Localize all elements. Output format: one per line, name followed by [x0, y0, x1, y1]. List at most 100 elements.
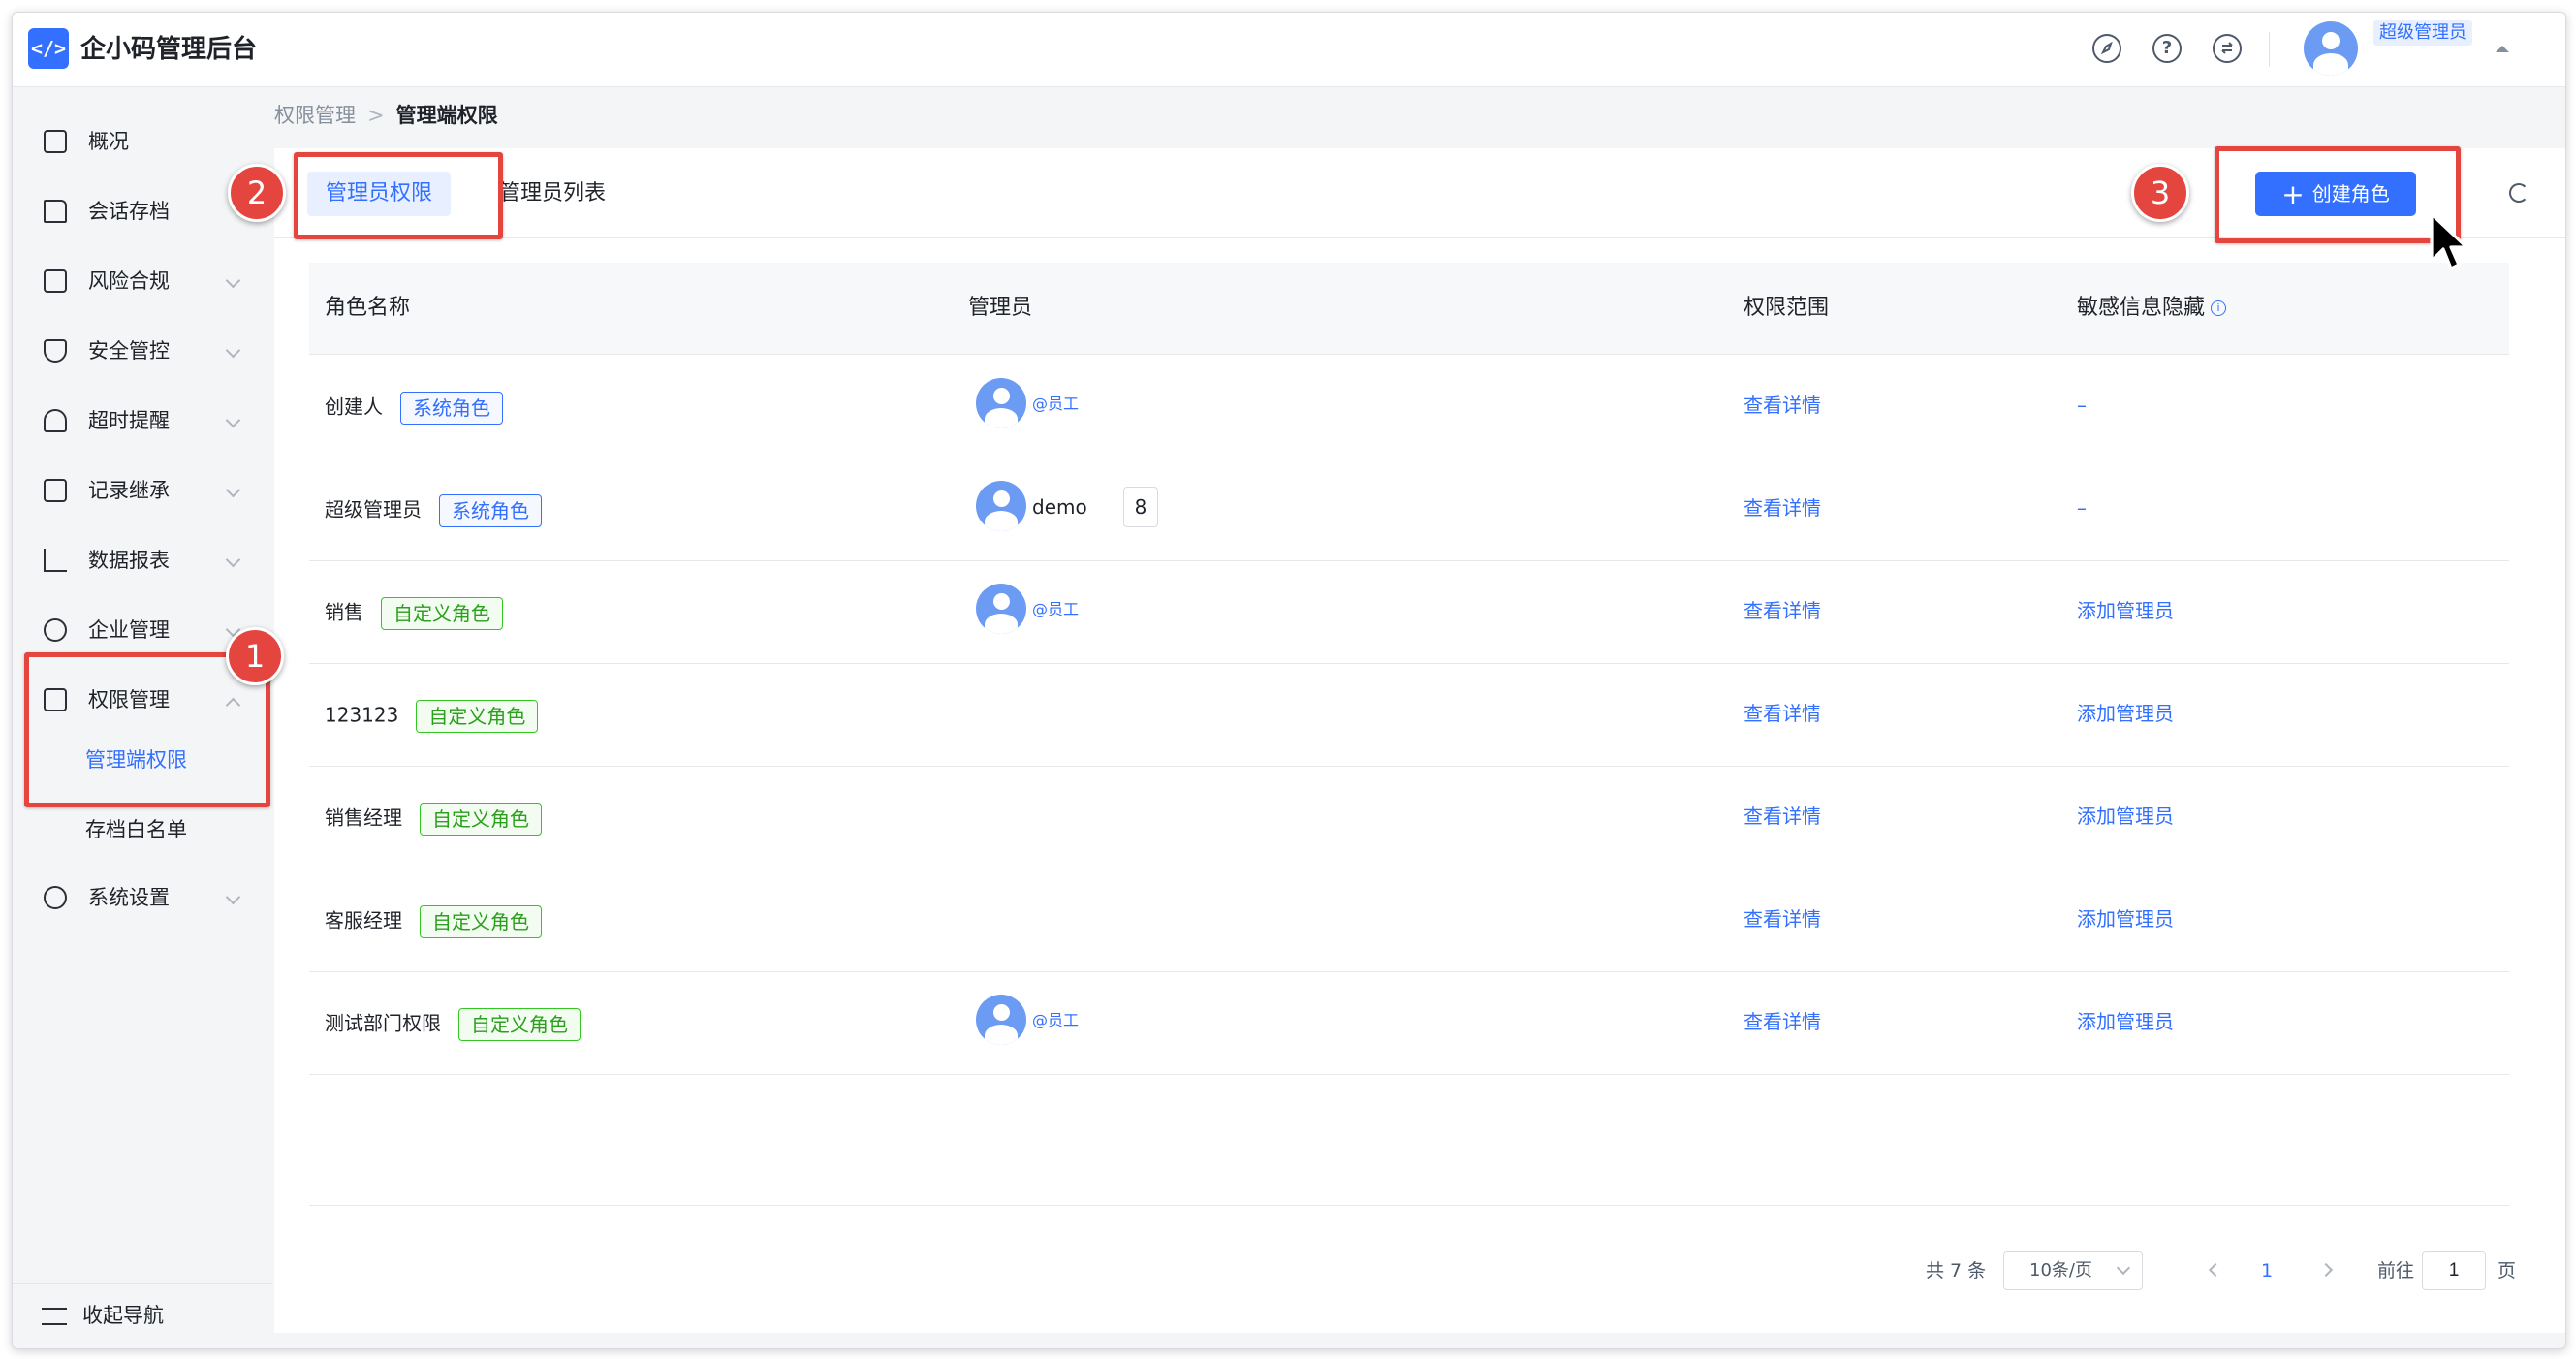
sidebar-item-label: 记录继承 [88, 479, 170, 502]
role-name-cell: 创建人 系统角色 [325, 392, 503, 425]
page-size-select[interactable]: 10条/页 [2003, 1251, 2143, 1290]
app-logo-icon: </> [28, 28, 69, 69]
refresh-icon[interactable] [2509, 183, 2529, 203]
table-row: 创建人 系统角色 @员工 查看详情 – [309, 355, 2509, 458]
sensitive-hide-value: – [2077, 496, 2087, 520]
sidebar-item-system-settings[interactable]: 系统设置 [13, 870, 272, 925]
role-tag: 系统角色 [439, 494, 542, 527]
table-row: 销售 自定义角色 @员工 查看详情 添加管理员 [309, 560, 2509, 664]
chevron-down-icon [225, 412, 241, 428]
avatar [976, 584, 1026, 634]
current-page[interactable]: 1 [2261, 1251, 2273, 1290]
collapse-menu-icon [42, 1308, 67, 1325]
breadcrumb: 权限管理 > 管理端权限 [274, 102, 498, 129]
shield-check-icon [44, 339, 67, 363]
sidebar-item-overview[interactable]: 概况 [13, 114, 272, 169]
view-details-link[interactable]: 查看详情 [1744, 905, 1821, 932]
admin-name: @员工 [1032, 395, 1080, 413]
sidebar-item-security[interactable]: 安全管控 [13, 324, 272, 378]
chevron-down-icon [225, 482, 241, 498]
app-title: 企小码管理后台 [80, 35, 258, 64]
exchange-icon[interactable] [2213, 34, 2242, 63]
step-badge-3: 3 [2131, 164, 2189, 222]
add-admin-link[interactable]: 添加管理员 [2077, 1008, 2174, 1035]
tab-admin-list[interactable]: 管理员列表 [499, 172, 606, 216]
sidebar-item-record-inherit[interactable]: 记录继承 [13, 463, 272, 518]
view-details-link[interactable]: 查看详情 [1744, 700, 1821, 727]
sidebar-subitem-label: 存档白名单 [85, 818, 187, 841]
org-tree-icon [44, 618, 67, 642]
sidebar-subitem-archive-whitelist[interactable]: 存档白名单 [13, 806, 272, 855]
add-admin-link[interactable]: 添加管理员 [2077, 597, 2174, 624]
role-name-cell: 客服经理 自定义角色 [325, 905, 542, 938]
admin-name: @员工 [1032, 1011, 1080, 1029]
column-header-sensitive-hide: 敏感信息隐藏 i [2077, 294, 2227, 323]
view-details-link[interactable]: 查看详情 [1744, 494, 1821, 521]
column-header-scope: 权限范围 [1744, 296, 1830, 320]
page-size-value: 10条/页 [2029, 1260, 2092, 1280]
column-header-role-name: 角色名称 [325, 296, 411, 320]
chart-icon [44, 549, 67, 572]
help-icon[interactable]: ? [2152, 34, 2182, 63]
sidebar-item-label: 会话存档 [88, 200, 170, 223]
admin-name: demo [1032, 495, 1087, 519]
main-panel: 管理员权限 管理员列表 + 创建角色 角色名称 管理员 权限范围 敏感信息隐藏 i … [274, 148, 2565, 1333]
collapse-nav-button[interactable]: 收起导航 [13, 1283, 272, 1343]
avatar [976, 481, 1026, 531]
role-name-cell: 123123 自定义角色 [325, 700, 539, 733]
chevron-down-icon [225, 272, 241, 289]
alert-icon [44, 269, 67, 293]
admin-name: @员工 [1032, 600, 1080, 618]
sidebar-item-label: 数据报表 [88, 549, 170, 572]
view-details-link[interactable]: 查看详情 [1744, 597, 1821, 624]
view-details-link[interactable]: 查看详情 [1744, 803, 1821, 830]
app-window: </> 企小码管理后台 ? 超级管理员 概况 会话存档 风险合规 安全管控 超时… [12, 12, 2566, 1349]
user-menu-caret-icon[interactable] [2496, 46, 2509, 52]
role-tag: 系统角色 [400, 392, 503, 425]
goto-label: 前往 [2377, 1260, 2415, 1281]
add-admin-link[interactable]: 添加管理员 [2077, 700, 2174, 727]
add-admin-link[interactable]: 添加管理员 [2077, 803, 2174, 830]
sidebar-item-label: 安全管控 [88, 339, 170, 363]
add-admin-link[interactable]: 添加管理员 [2077, 905, 2174, 932]
goto-page-input[interactable] [2422, 1251, 2486, 1290]
page-unit-label: 页 [2497, 1260, 2517, 1281]
step-badge-2: 2 [228, 164, 286, 222]
breadcrumb-parent[interactable]: 权限管理 [274, 104, 356, 127]
sidebar-item-timeout-reminder[interactable]: 超时提醒 [13, 394, 272, 448]
pagination-total: 共 7 条 [1926, 1260, 1987, 1281]
bell-icon [44, 409, 67, 432]
next-page-icon[interactable] [2318, 1262, 2334, 1278]
compass-icon[interactable] [2092, 34, 2121, 63]
user-role-badge: 超级管理员 [2373, 20, 2472, 46]
sidebar-item-label: 概况 [88, 130, 129, 153]
role-tag: 自定义角色 [458, 1008, 581, 1041]
column-header-admin: 管理员 [968, 296, 1033, 320]
view-details-link[interactable]: 查看详情 [1744, 1008, 1821, 1035]
chevron-down-icon [225, 342, 241, 359]
table-header: 角色名称 管理员 权限范围 敏感信息隐藏 i [309, 263, 2509, 355]
user-avatar[interactable] [2304, 21, 2358, 76]
highlight-box-create [2215, 146, 2461, 243]
collapse-nav-label: 收起导航 [82, 1304, 164, 1327]
sidebar-item-data-report[interactable]: 数据报表 [13, 533, 272, 587]
admin-count-badge[interactable]: 8 [1123, 487, 1158, 527]
role-name-cell: 超级管理员 系统角色 [325, 494, 542, 527]
sidebar-item-label: 超时提醒 [88, 409, 170, 432]
avatar [976, 995, 1026, 1045]
sidebar-item-label: 系统设置 [88, 886, 170, 909]
top-bar: </> 企小码管理后台 ? 超级管理员 [13, 13, 2565, 87]
folder-icon [44, 200, 67, 223]
header-divider [2269, 32, 2270, 67]
sidebar-item-risk-compliance[interactable]: 风险合规 [13, 254, 272, 308]
view-details-link[interactable]: 查看详情 [1744, 392, 1821, 419]
sensitive-hide-value: – [2077, 394, 2087, 417]
table-bottom-divider [309, 1205, 2509, 1206]
table-row: 测试部门权限 自定义角色 @员工 查看详情 添加管理员 [309, 971, 2509, 1075]
prev-page-icon[interactable] [2208, 1262, 2223, 1278]
chevron-down-icon [225, 552, 241, 568]
info-icon[interactable]: i [2211, 300, 2227, 316]
chevron-down-icon [2116, 1260, 2131, 1276]
settings-icon [44, 886, 67, 909]
role-tag: 自定义角色 [416, 700, 539, 733]
